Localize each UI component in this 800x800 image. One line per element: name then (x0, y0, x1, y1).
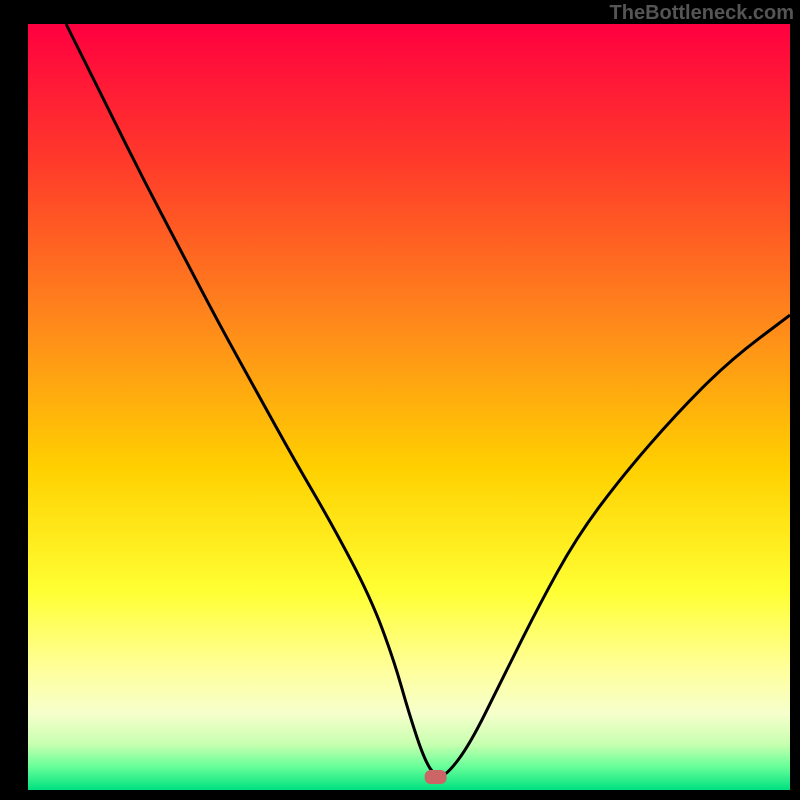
watermark-text: TheBottleneck.com (610, 2, 794, 25)
plot-background (28, 24, 790, 790)
bottleneck-chart (0, 0, 800, 800)
chart-container: TheBottleneck.com (0, 0, 800, 800)
marker-point (425, 770, 447, 784)
